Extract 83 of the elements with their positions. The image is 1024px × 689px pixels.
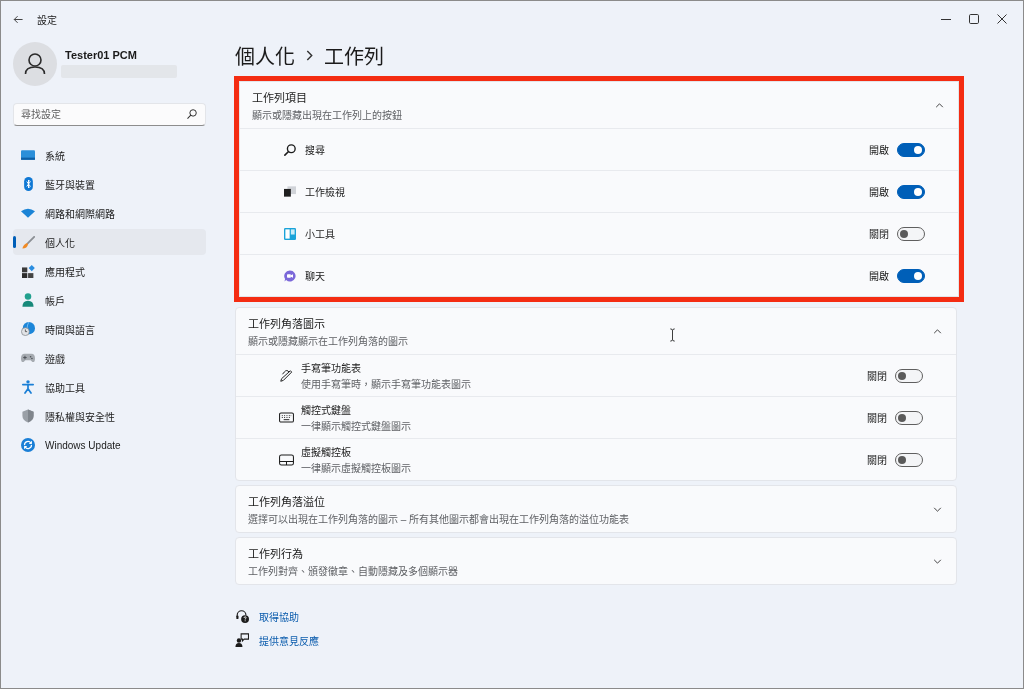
- toggle-state-text: 開啟: [869, 144, 889, 157]
- apps-icon: [21, 264, 35, 278]
- toggle-state-text: 關閉: [869, 228, 889, 241]
- nav-item[interactable]: 藍牙與裝置: [13, 171, 206, 197]
- toggle-switch[interactable]: [895, 410, 923, 425]
- nav-item[interactable]: 網路和網際網路: [13, 200, 206, 226]
- item-description: 一律顯示觸控式鍵盤圖示: [301, 420, 411, 433]
- toggle-switch[interactable]: [895, 452, 923, 467]
- toggle-switch[interactable]: [897, 226, 925, 241]
- account-name: Tester01 PCM: [65, 48, 137, 61]
- nav-item[interactable]: Windows Update: [13, 432, 206, 458]
- nav-item[interactable]: 系統: [13, 142, 206, 168]
- panel-tiles-icon: [284, 227, 296, 240]
- section-subtitle: 顯示或隱藏顯示在工作列角落的圖示: [248, 334, 408, 348]
- toggle-state-text: 開啟: [869, 186, 889, 199]
- minimize-icon[interactable]: [941, 18, 951, 20]
- search-field[interactable]: 尋找設定: [13, 103, 206, 126]
- selection-indicator: [13, 236, 16, 248]
- nav-item[interactable]: 時間與語言: [13, 316, 206, 342]
- globe-clock-icon: [21, 322, 35, 336]
- item-description: 一律顯示虛擬觸控板圖示: [301, 461, 411, 475]
- window-title: 設定: [37, 13, 57, 27]
- section-subtitle: 工作列對齊、頒發徽章、自動隱藏及多個顯示器: [248, 564, 458, 578]
- wifi-icon: [21, 208, 35, 218]
- chat-bubble-icon: [284, 269, 296, 282]
- nav-item[interactable]: 遊戲: [13, 345, 206, 371]
- breadcrumb-item: 工作列: [324, 44, 384, 70]
- nav-item[interactable]: 應用程式: [13, 258, 206, 284]
- chevron-up-icon[interactable]: [933, 328, 942, 334]
- toggle-switch[interactable]: [897, 268, 925, 283]
- pen-icon: [279, 368, 293, 383]
- person-chat-icon: [235, 633, 249, 647]
- nav-item[interactable]: 協助工具: [13, 374, 206, 400]
- help-icon: [235, 609, 249, 623]
- person-icon: [22, 293, 34, 307]
- monitor-icon: [21, 150, 35, 160]
- accessibility-icon: [22, 380, 34, 394]
- game-controller-icon: [21, 353, 35, 363]
- item-label: 工作檢視: [305, 186, 345, 199]
- keyboard-icon: [278, 412, 294, 423]
- toggle-state-text: 關閉: [867, 370, 887, 383]
- item-label: 虛擬觸控板: [301, 445, 351, 459]
- section-title: 工作列項目: [252, 90, 307, 105]
- section-title: 工作列角落溢位: [248, 494, 325, 509]
- brush-icon: [21, 235, 35, 249]
- close-icon[interactable]: [997, 14, 1007, 24]
- toggle-switch[interactable]: [897, 142, 925, 157]
- section-subtitle: 顯示或隱藏出現在工作列上的按鈕: [252, 108, 402, 122]
- toggle-state-text: 關閉: [867, 454, 887, 467]
- toggle-switch[interactable]: [897, 184, 925, 199]
- item-label: 小工具: [305, 228, 335, 241]
- bluetooth-icon: [23, 177, 33, 191]
- touchpad-icon: [278, 453, 294, 466]
- toggle-state-text: 關閉: [867, 412, 887, 425]
- maximize-icon[interactable]: [969, 14, 979, 24]
- feedback-link[interactable]: 提供意見反應: [235, 631, 319, 649]
- nav-item[interactable]: 隱私權與安全性: [13, 403, 206, 429]
- chevron-up-icon[interactable]: [935, 102, 944, 108]
- chevron-down-icon[interactable]: [933, 558, 942, 564]
- item-label: 聊天: [305, 270, 325, 283]
- back-arrow-icon[interactable]: [13, 14, 23, 24]
- text-cursor-icon: [669, 328, 676, 342]
- search-icon: [284, 143, 296, 156]
- overlapping-squares-icon: [284, 186, 296, 197]
- chevron-down-icon[interactable]: [933, 506, 942, 512]
- item-description: 使用手寫筆時，顯示手寫筆功能表圖示: [301, 378, 471, 391]
- section-title: 工作列角落圖示: [248, 316, 325, 331]
- toggle-switch[interactable]: [895, 368, 923, 383]
- item-label: 手寫筆功能表: [301, 362, 361, 375]
- nav-item[interactable]: 帳戶: [13, 287, 206, 313]
- search-icon: [187, 109, 197, 119]
- chevron-right-icon: [306, 49, 313, 61]
- item-label: 觸控式鍵盤: [301, 404, 351, 417]
- nav-item[interactable]: 個人化: [13, 229, 206, 255]
- avatar-icon: [13, 42, 57, 86]
- section-subtitle: 選擇可以出現在工作列角落的圖示 – 所有其他圖示都會出現在工作列角落的溢位功能表: [248, 512, 630, 526]
- breadcrumb-item[interactable]: 個人化: [235, 40, 295, 70]
- toggle-state-text: 開啟: [869, 270, 889, 283]
- item-label: 搜尋: [305, 144, 325, 157]
- sync-icon: [21, 438, 35, 452]
- help-link[interactable]: 取得協助: [235, 607, 299, 625]
- shield-icon: [22, 409, 34, 423]
- section-title: 工作列行為: [248, 546, 303, 561]
